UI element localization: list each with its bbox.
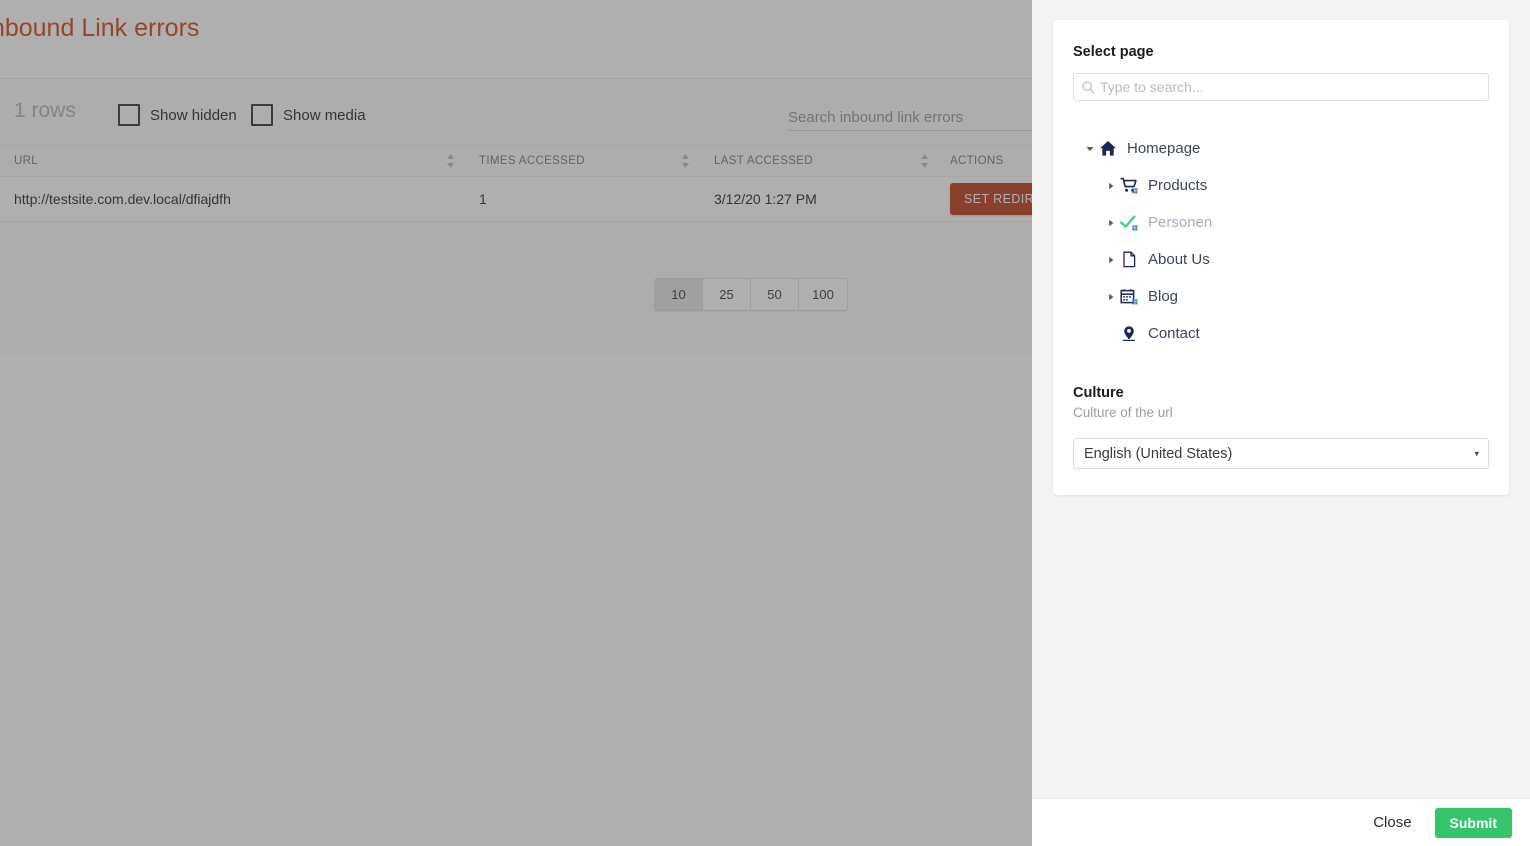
tree-node-label: Products — [1148, 177, 1208, 194]
page-tree: Homepage Products Personen About Us Blog… — [1073, 130, 1489, 352]
tree-node-label: Contact — [1148, 325, 1200, 342]
culture-description: Culture of the url — [1073, 405, 1173, 420]
close-button[interactable]: Close — [1367, 810, 1417, 835]
calendar-icon — [1118, 288, 1140, 305]
tree-node-contact[interactable]: Contact — [1073, 315, 1489, 352]
chevron-right-icon[interactable] — [1104, 293, 1118, 301]
tree-node-products[interactable]: Products — [1073, 167, 1489, 204]
check-icon — [1118, 214, 1140, 231]
submit-button[interactable]: Submit — [1434, 807, 1512, 838]
tree-node-blog[interactable]: Blog — [1073, 278, 1489, 315]
chevron-right-icon[interactable] — [1104, 219, 1118, 227]
select-page-card: Select page Type to search... Homepage P… — [1053, 20, 1509, 495]
tree-node-label: Homepage — [1127, 140, 1201, 157]
map-pin-icon — [1118, 325, 1140, 342]
tree-node-personen[interactable]: Personen — [1073, 204, 1489, 241]
culture-heading: Culture — [1073, 385, 1124, 401]
tree-search-input[interactable] — [1100, 74, 1488, 100]
panel-footer: Close Submit — [1032, 798, 1530, 846]
home-icon — [1097, 140, 1119, 157]
select-page-heading: Select page — [1073, 44, 1154, 60]
tree-node-label: About Us — [1148, 251, 1210, 268]
panel-body: Select page Type to search... Homepage P… — [1032, 0, 1530, 798]
tree-node-homepage[interactable]: Homepage — [1073, 130, 1489, 167]
document-icon — [1118, 251, 1140, 268]
tree-search-field[interactable] — [1073, 73, 1489, 101]
chevron-down-icon[interactable]: ▾ — [1474, 449, 1479, 458]
modal-dim-overlay[interactable] — [0, 0, 1032, 846]
search-icon — [1082, 81, 1095, 94]
chevron-down-icon[interactable] — [1083, 145, 1097, 153]
cart-icon — [1118, 177, 1140, 194]
tree-node-label: Personen — [1148, 214, 1213, 231]
chevron-right-icon[interactable] — [1104, 256, 1118, 264]
culture-section: Culture Culture of the url English (Unit… — [1073, 385, 1489, 469]
culture-select[interactable]: English (United States) ▾ — [1073, 438, 1489, 469]
chevron-right-icon[interactable] — [1104, 182, 1118, 190]
culture-selected-value: English (United States) — [1084, 445, 1233, 462]
tree-node-label: Blog — [1148, 288, 1179, 305]
tree-node-about-us[interactable]: About Us — [1073, 241, 1489, 278]
select-page-panel: Select page Type to search... Homepage P… — [1032, 0, 1530, 846]
